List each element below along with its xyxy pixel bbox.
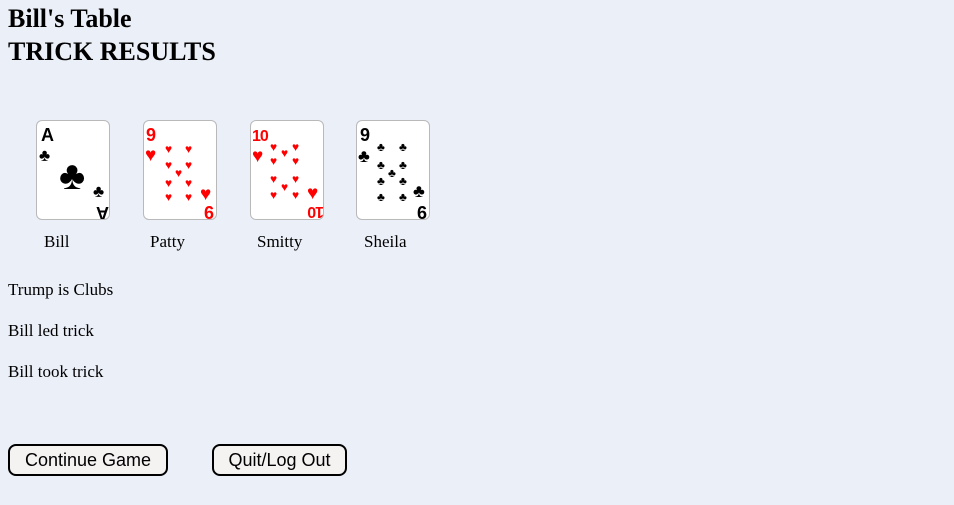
player-name-patty: Patty	[150, 232, 185, 251]
heart-icon: ♥	[252, 146, 263, 167]
svg-text:♥: ♥	[185, 142, 192, 156]
svg-text:♣: ♣	[388, 166, 396, 180]
card-rank-label: A	[96, 203, 109, 220]
svg-text:♣: ♣	[377, 190, 385, 204]
svg-text:♥: ♥	[292, 172, 299, 186]
svg-text:♥: ♥	[270, 188, 277, 202]
svg-text:♥: ♥	[165, 176, 172, 190]
svg-text:♣: ♣	[399, 158, 407, 172]
svg-text:♥: ♥	[281, 146, 288, 160]
svg-text:♣: ♣	[399, 174, 407, 188]
svg-text:♥: ♥	[165, 142, 172, 156]
svg-text:♥: ♥	[185, 176, 192, 190]
svg-text:♥: ♥	[292, 140, 299, 154]
heart-icon: ♥	[200, 184, 211, 205]
club-icon: ♣	[358, 146, 370, 166]
card-rank-label: A	[41, 125, 54, 145]
quit-logout-button[interactable]: Quit/Log Out	[212, 444, 347, 476]
club-icon: ♣	[93, 182, 104, 201]
club-icon: ♣	[39, 146, 50, 165]
continue-game-button[interactable]: Continue Game	[8, 444, 168, 476]
svg-text:♥: ♥	[292, 154, 299, 168]
svg-text:♣: ♣	[399, 140, 407, 154]
svg-text:♥: ♥	[270, 140, 277, 154]
svg-text:♥: ♥	[185, 158, 192, 172]
card-rank-label: 10	[252, 128, 269, 145]
svg-text:♣: ♣	[399, 190, 407, 204]
took-status: Bill took trick	[8, 362, 104, 381]
svg-text:♣: ♣	[377, 140, 385, 154]
card-ace-of-clubs: A ♣ ♣ ♣ A	[36, 120, 110, 220]
club-icon: ♣	[413, 181, 425, 201]
card-rank-label: 9	[204, 202, 214, 220]
player-name-sheila: Sheila	[364, 232, 407, 251]
card-rank-label: 9	[146, 125, 156, 145]
svg-text:♥: ♥	[175, 166, 182, 180]
card-rank-label: 9	[360, 125, 370, 145]
heart-icon: ♥	[145, 145, 156, 166]
card-ten-of-hearts: 10 ♥ ♥ ♥ ♥ ♥ ♥ ♥ ♥ ♥ ♥ ♥ ♥ 10	[250, 120, 324, 220]
card-rank-label: 10	[307, 203, 324, 220]
card-nine-of-hearts: 9 ♥ ♥ ♥ ♥ ♥ ♥ ♥ ♥ ♥ ♥ ♥ 9	[143, 120, 217, 220]
svg-text:♣: ♣	[377, 158, 385, 172]
svg-text:♥: ♥	[281, 180, 288, 194]
svg-text:♥: ♥	[270, 172, 277, 186]
club-icon: ♣	[59, 153, 85, 198]
table-title: Bill's Table	[8, 4, 132, 33]
svg-text:♥: ♥	[185, 190, 192, 204]
page-title: TRICK RESULTS	[8, 37, 216, 66]
card-rank-label: 9	[417, 202, 427, 220]
heart-icon: ♥	[307, 183, 318, 204]
player-name-bill: Bill	[44, 232, 70, 251]
svg-text:♣: ♣	[377, 174, 385, 188]
svg-text:♥: ♥	[165, 190, 172, 204]
card-nine-of-clubs: 9 ♣ ♣ ♣ ♣ ♣ ♣ ♣ ♣ ♣ ♣ ♣ 9	[356, 120, 430, 220]
player-name-smitty: Smitty	[257, 232, 303, 251]
svg-text:♥: ♥	[270, 154, 277, 168]
led-status: Bill led trick	[8, 321, 94, 340]
svg-text:♥: ♥	[292, 188, 299, 202]
trump-status: Trump is Clubs	[8, 280, 114, 299]
svg-text:♥: ♥	[165, 158, 172, 172]
